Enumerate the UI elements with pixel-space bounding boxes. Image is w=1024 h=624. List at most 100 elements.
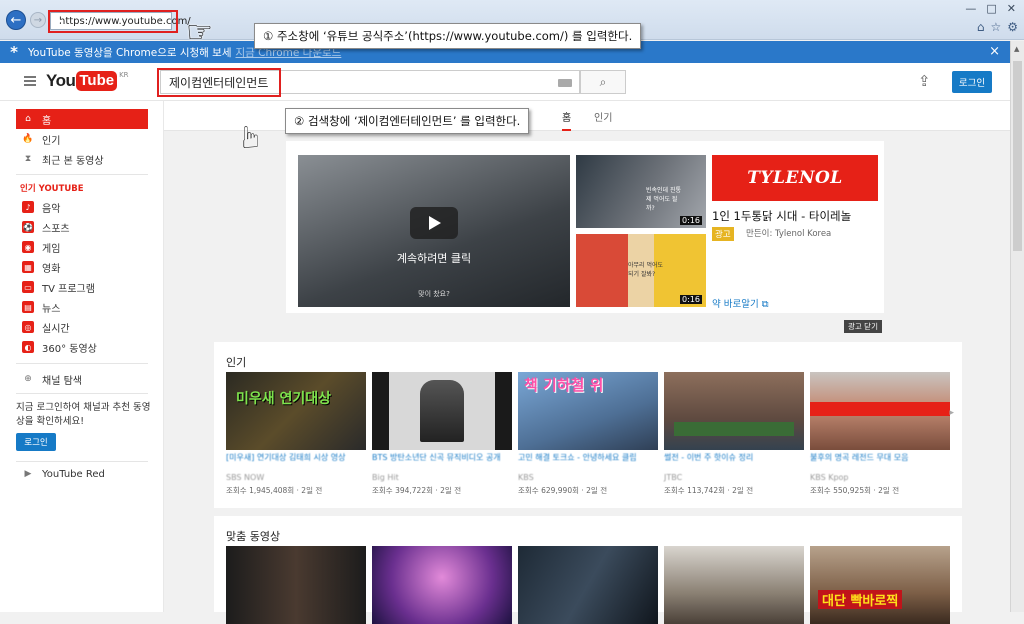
upload-icon[interactable]: ⇪	[918, 72, 931, 90]
youtube-red-icon: ▶	[24, 469, 32, 479]
sidebar-item-label: TV 프로그램	[42, 283, 95, 295]
video-title[interactable]: 고민 해결 토크쇼 - 안녕하세요 클립	[518, 453, 658, 473]
promo-close-icon[interactable]: ×	[989, 44, 1000, 59]
video-author[interactable]: KBS	[518, 473, 658, 483]
recommended-section: 맞춤 동영상 대단 빡바로찍	[214, 516, 962, 624]
keyboard-icon[interactable]	[558, 79, 572, 87]
sidebar-section-title: 인기 YOUTUBE	[20, 184, 84, 194]
thumb-overlay-text: 미우새 연기대상	[236, 391, 332, 407]
video-thumbnail[interactable]	[372, 372, 512, 450]
home-icon: ⌂	[25, 114, 31, 124]
video-card[interactable]: 대단 빡바로찍	[810, 546, 950, 624]
thumb-figure	[420, 380, 464, 442]
sidebar-item-home[interactable]: ⌂ 홈	[16, 109, 148, 129]
video-meta: 조회수 629,990회 · 2일 전	[518, 486, 608, 495]
video-card[interactable]: 미우새 연기대상 [미우새] 연기대상 김태희 시상 영상 SBS NOW 조회…	[226, 372, 366, 496]
login-button[interactable]: 로그인	[952, 71, 992, 93]
video-card[interactable]: 불후의 명곡 레전드 무대 모음 KBS Kpop 조회수 550,925회 ·…	[810, 372, 950, 496]
scrollbar-thumb[interactable]	[1013, 61, 1022, 251]
sidebar-item-label: 360° 동영상	[42, 343, 97, 355]
sidebar-item-360-video[interactable]: ◐ 360° 동영상	[16, 337, 148, 357]
play-icon[interactable]	[410, 207, 458, 239]
gaming-icon: ◉	[22, 241, 34, 253]
sidebar-item-youtube-red[interactable]: ▶ YouTube Red	[16, 464, 148, 484]
video-thumbnail[interactable]	[664, 372, 804, 450]
tv-icon: ▭	[22, 281, 34, 293]
logo-tube: Tube	[76, 71, 118, 91]
video-title[interactable]: 불후의 명곡 레전드 무대 모음	[810, 453, 950, 473]
sidebar-item-browse-channels[interactable]: ⊕ 채널 탐색	[16, 369, 148, 389]
video-thumbnail[interactable]	[810, 372, 950, 450]
minimize-icon[interactable]: —	[965, 2, 976, 15]
youtube-logo[interactable]: You Tube KR	[46, 71, 129, 91]
sidebar-item-movies[interactable]: ▦ 영화	[16, 257, 148, 277]
thumb-caption-bar	[810, 402, 950, 416]
sidebar-divider	[16, 363, 148, 364]
sidebar-item-label: 인기	[42, 135, 61, 147]
video-author[interactable]: SBS NOW	[226, 473, 366, 483]
thumb-overlay-text: 대단 빡바로찍	[818, 590, 903, 609]
back-arrow-icon[interactable]: ←	[6, 10, 26, 30]
ad-title[interactable]: 1인 1두통닭 시대 - 타이레놀	[712, 208, 851, 224]
sidebar-item-gaming[interactable]: ◉ 게임	[16, 237, 148, 257]
video-card[interactable]	[226, 546, 366, 624]
hamburger-menu-icon[interactable]	[24, 76, 36, 86]
ad-thumbnail[interactable]: 빈속인데 진통제 먹어도 될까? 0:16	[576, 155, 706, 228]
video-thumbnail[interactable]: 대단 빡바로찍	[810, 546, 950, 624]
video-card[interactable]	[664, 546, 804, 624]
video-card[interactable]: 썰전 - 이번 주 핫이슈 정리 JTBC 조회수 113,742회 · 2일 …	[664, 372, 804, 496]
home-icon[interactable]: ⌂	[977, 20, 985, 34]
ad-learn-more-link[interactable]: 약 바로알기 ⧉	[712, 296, 769, 310]
sidebar-item-tv-shows[interactable]: ▭ TV 프로그램	[16, 277, 148, 297]
video-author[interactable]: KBS Kpop	[810, 473, 950, 483]
sidebar-login-prompt: 지금 로그인하여 채널과 추천 동영상을 확인하세요!	[16, 402, 151, 427]
sidebar-item-news[interactable]: ▤ 뉴스	[16, 297, 148, 317]
news-icon: ▤	[22, 301, 34, 313]
sidebar-item-trending[interactable]: 🔥 인기	[16, 129, 148, 149]
video-title[interactable]: BTS 방탄소년단 신곡 뮤직비디오 공개	[372, 453, 512, 473]
video-thumbnail[interactable]	[518, 546, 658, 624]
video-author[interactable]: JTBC	[664, 473, 804, 483]
favorites-star-icon[interactable]: ☆	[990, 20, 1001, 34]
video-card[interactable]	[372, 546, 512, 624]
thumb-caption: 아무리 먹어도 되기 잘봐?	[628, 262, 664, 278]
video-thumbnail[interactable]	[664, 546, 804, 624]
video-card[interactable]: 책 기하철 위 고민 해결 토크쇼 - 안녕하세요 클립 KBS 조회수 629…	[518, 372, 658, 496]
video-duration: 0:16	[680, 216, 702, 225]
video-thumbnail[interactable]	[226, 546, 366, 624]
video-thumbnail[interactable]: 미우새 연기대상	[226, 372, 366, 450]
sidebar-item-live[interactable]: ◎ 실시간	[16, 317, 148, 337]
video-author[interactable]: Big Hit	[372, 473, 512, 483]
video-card[interactable]	[518, 546, 658, 624]
section-title: 인기	[226, 356, 247, 369]
tab-home[interactable]: 홈	[562, 109, 572, 131]
video-meta: 조회수 394,722회 · 2일 전	[372, 486, 462, 495]
tab-trending[interactable]: 인기	[594, 109, 612, 124]
search-button[interactable]: ⌕	[580, 70, 626, 94]
video-card[interactable]: BTS 방탄소년단 신곡 뮤직비디오 공개 Big Hit 조회수 394,72…	[372, 372, 512, 496]
step2-callout: ② 검색창에 ‘제이컴엔터테인먼트’ 를 입력한다.	[285, 108, 530, 134]
sidebar-login-button[interactable]: 로그인	[16, 433, 56, 451]
chevron-right-icon[interactable]: ▸	[949, 408, 954, 418]
sports-icon: ⚽	[22, 221, 34, 233]
video-title[interactable]: [미우새] 연기대상 김태희 시상 영상	[226, 453, 366, 473]
close-window-icon[interactable]: ✕	[1007, 2, 1016, 15]
maximize-icon[interactable]: □	[986, 2, 996, 15]
sidebar-item-sports[interactable]: ⚽ 스포츠	[16, 217, 148, 237]
youtube-header: You Tube KR 제이컴엔터테인먼트 ⌕ ⇪ 로그인	[0, 63, 1010, 101]
close-ad-button[interactable]: 광고 닫기	[844, 320, 882, 333]
tylenol-logo[interactable]: TYLENOL	[712, 155, 878, 201]
thumb-caption: 빈속인데 진통제 먹어도 될까?	[646, 187, 682, 212]
page-scrollbar[interactable]: ▲	[1010, 41, 1024, 612]
scroll-up-icon[interactable]: ▲	[1014, 45, 1019, 53]
video-thumbnail[interactable]	[372, 546, 512, 624]
forward-arrow-icon[interactable]: →	[30, 12, 46, 28]
sidebar-item-history[interactable]: ⧗ 최근 본 동영상	[16, 149, 148, 169]
video-title[interactable]: 썰전 - 이번 주 핫이슈 정리	[664, 453, 804, 473]
video-thumbnail[interactable]: 책 기하철 위	[518, 372, 658, 450]
sidebar-item-music[interactable]: ♪ 음악	[16, 197, 148, 217]
settings-gear-icon[interactable]: ⚙	[1007, 20, 1018, 34]
ad-video-player[interactable]: 계속하려면 클릭 맞이 찼요?	[298, 155, 570, 307]
music-icon: ♪	[22, 201, 34, 213]
ad-thumbnail[interactable]: 아무리 먹어도 되기 잘봐? 0:16	[576, 234, 706, 307]
